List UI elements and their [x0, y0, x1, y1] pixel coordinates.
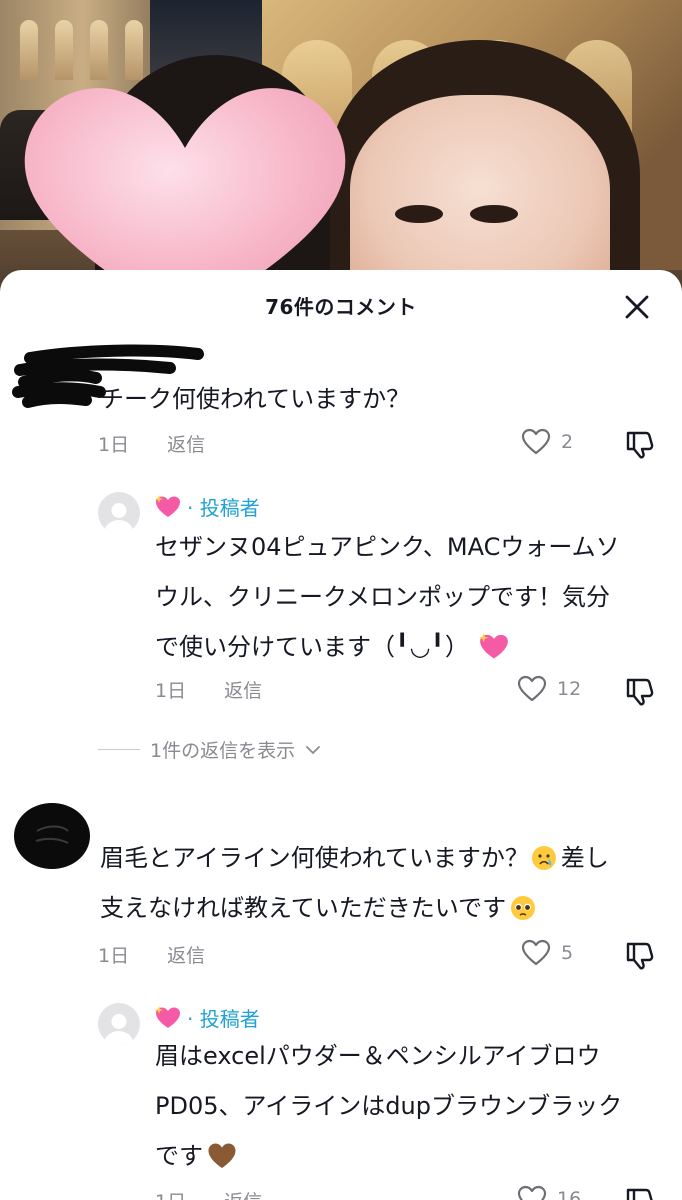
author-badge: · 投稿者 — [187, 1007, 260, 1031]
dislike-icon[interactable] — [624, 939, 656, 971]
sparkling-heart-icon — [478, 633, 508, 659]
comment-item: 眉毛とアイライン何使われていますか？ 差し 支えなければ教えていただきたいです — [0, 795, 682, 1200]
redacted-avatar-scribble — [14, 803, 90, 869]
reply-button[interactable]: 返信 — [167, 430, 205, 457]
reply-time: 1日 — [155, 1187, 186, 1200]
brown-heart-icon — [208, 1143, 236, 1168]
reply-text-line: PD05、アイラインはdupブラウンブラック — [155, 1092, 623, 1120]
reply-text-line: 眉はexcelパウダー＆ペンシルアイブロウ — [155, 1042, 601, 1070]
comment-time: 1日 — [98, 945, 130, 967]
like-count: 5 — [561, 942, 574, 964]
reply-text-line: セザンヌ04ピュアピンク、MACウォームソ — [155, 533, 620, 561]
author-avatar[interactable] — [98, 1003, 140, 1045]
sparkling-heart-icon — [155, 1005, 180, 1028]
comment-text-line: 支えなければ教えていただきたいです — [100, 894, 507, 922]
like-count: 12 — [557, 678, 582, 700]
reply-text-line: です — [155, 1142, 203, 1170]
dislike-icon[interactable] — [624, 1185, 656, 1200]
reply-meta: 1日 返信 — [155, 676, 262, 703]
like-button[interactable]: 2 — [521, 428, 573, 456]
eye-right — [470, 205, 518, 223]
comments-sheet: 76件のコメント チーク何使われていますか？ 1日 返信 2 · 投稿者 セザン… — [0, 270, 682, 1200]
reply-button[interactable]: 返信 — [167, 941, 205, 968]
heart-outline-icon — [517, 675, 547, 702]
view-replies-label: 1件の返信を表示 — [150, 740, 296, 762]
comment-time: 1日 — [98, 434, 130, 456]
heart-outline-icon — [517, 1185, 547, 1200]
comment-count-title: 76件のコメント — [265, 294, 417, 319]
close-button[interactable] — [620, 290, 654, 324]
view-replies-button[interactable]: 1件の返信を表示 — [98, 736, 321, 763]
like-button[interactable]: 16 — [517, 1185, 581, 1200]
like-button[interactable]: 5 — [521, 939, 573, 967]
heart-outline-icon — [521, 428, 551, 455]
comment-meta: 1日 返信 — [98, 430, 205, 457]
comment-meta: 1日 返信 — [98, 941, 205, 968]
dislike-icon[interactable] — [624, 428, 656, 460]
crying-face-icon — [531, 846, 556, 870]
divider-line — [98, 749, 140, 750]
reply-text-line: で使い分けています（╹◡╹） — [155, 633, 469, 661]
reply-text-line-wrap: です — [155, 1131, 237, 1181]
comment-text-line-wrap: 支えなければ教えていただきたいです — [100, 883, 536, 933]
like-button[interactable]: 12 — [517, 675, 581, 703]
like-count: 2 — [561, 431, 574, 453]
heart-sticker-icon — [24, 88, 346, 300]
author-name-row: · 投稿者 — [155, 1003, 260, 1032]
chevron-down-icon — [306, 745, 320, 754]
reply-button[interactable]: 返信 — [224, 1187, 262, 1200]
sheet-header: 76件のコメント — [0, 270, 682, 340]
close-icon — [625, 295, 649, 319]
author-badge: · 投稿者 — [187, 496, 260, 520]
reply-time: 1日 — [155, 680, 187, 702]
reply-text-line-wrap: で使い分けています（╹◡╹） — [155, 622, 509, 672]
comment-text: チーク何使われていますか？ — [100, 385, 411, 413]
comment-text-line-wrap: 眉毛とアイライン何使われていますか？ 差し — [100, 833, 609, 883]
like-count: 16 — [557, 1188, 582, 1200]
reply-text-line: ウル、クリニークメロンポップです！気分 — [155, 583, 611, 611]
reply-meta: 1日 返信 — [155, 1187, 262, 1200]
reply-button[interactable]: 返信 — [224, 676, 262, 703]
pleading-face-icon — [511, 896, 536, 920]
eye-left — [395, 205, 443, 223]
author-name-row: · 投稿者 — [155, 492, 260, 521]
page: 76件のコメント チーク何使われていますか？ 1日 返信 2 · 投稿者 セザン… — [0, 0, 682, 1200]
comment-item: チーク何使われていますか？ 1日 返信 2 · 投稿者 セザンヌ04ピュアピンク… — [0, 340, 682, 762]
comment-text-line: 差し — [560, 844, 609, 872]
heart-outline-icon — [521, 939, 551, 966]
video-background[interactable] — [0, 0, 682, 300]
sparkling-heart-icon — [155, 494, 180, 517]
comment-text-line: 眉毛とアイライン何使われていますか？ — [100, 844, 529, 872]
author-avatar[interactable] — [98, 492, 140, 534]
dislike-icon[interactable] — [624, 675, 656, 707]
